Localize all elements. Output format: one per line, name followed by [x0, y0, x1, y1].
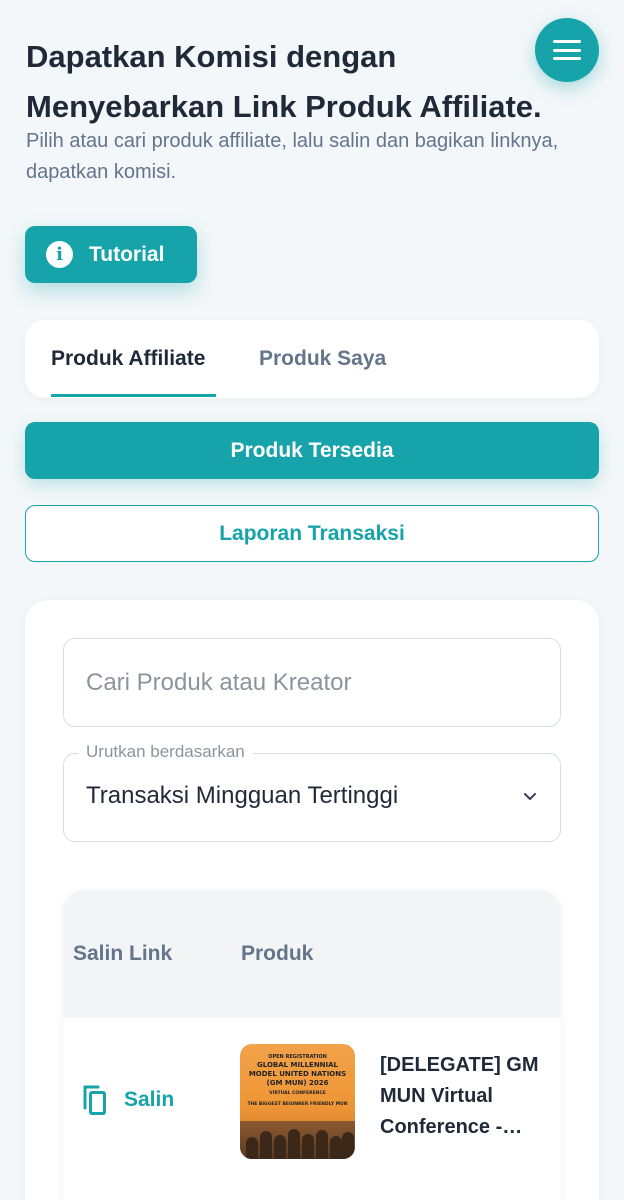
- sort-value: Transaksi Mingguan Tertinggi: [86, 782, 399, 809]
- copy-link-button[interactable]: Salin: [81, 1084, 174, 1116]
- thumb-line-2: GLOBAL MILLENNIAL: [256, 1061, 339, 1069]
- product-table: Salin Link Produk Salin OPEN REGISTRATIO…: [63, 890, 561, 1200]
- copy-link-label: Salin: [124, 1088, 175, 1111]
- tabs-bar: Produk Affiliate Produk Saya: [25, 320, 599, 398]
- page-title: Dapatkan Komisi dengan Menyebarkan Link …: [26, 39, 542, 124]
- column-header-copy-link: Salin Link: [73, 942, 173, 965]
- page-subtitle: Pilih atau cari produk affiliate, lalu s…: [26, 130, 559, 183]
- thumb-line-4: (GM MUN) 2026: [266, 1079, 329, 1087]
- affiliate-page: Dapatkan Komisi dengan Menyebarkan Link …: [0, 0, 624, 1200]
- product-list-card: Urutkan berdasarkan Transaksi Mingguan T…: [25, 600, 599, 1200]
- table-header: Salin Link Produk: [63, 890, 561, 1018]
- thumb-line-5: VIRTUAL CONFERENCE: [269, 1091, 326, 1096]
- thumb-line-3: MODEL UNITED NATIONS: [248, 1070, 347, 1078]
- available-products-button[interactable]: Produk Tersedia: [25, 422, 599, 479]
- tutorial-label: Tutorial: [89, 242, 165, 266]
- table-row: Salin OPEN REGISTRATION GLOBAL MILLENNIA…: [63, 1018, 561, 1200]
- sort-label: Urutkan berdasarkan: [78, 742, 253, 762]
- tab-produk-affiliate[interactable]: Produk Affiliate: [51, 320, 216, 398]
- thumb-line-1: OPEN REGISTRATION: [268, 1054, 327, 1060]
- chevron-down-icon: [524, 793, 536, 800]
- tab-produk-saya[interactable]: Produk Saya: [259, 320, 386, 398]
- column-header-product: Produk: [241, 942, 314, 965]
- product-thumbnail: OPEN REGISTRATION GLOBAL MILLENNIAL MODE…: [240, 1044, 355, 1159]
- product-name[interactable]: [DELEGATE] GM MUN Virtual Conference - 2…: [380, 1050, 548, 1143]
- active-tab-indicator: [51, 394, 216, 397]
- thumb-line-6: THE BIGGEST BEGINNER FRIENDLY MUN: [247, 1102, 348, 1107]
- tutorial-button[interactable]: i Tutorial: [25, 226, 197, 283]
- thumb-crowd-image: [240, 1121, 355, 1159]
- copy-icon: [83, 1085, 106, 1115]
- info-icon: i: [46, 241, 73, 268]
- transaction-report-button[interactable]: Laporan Transaksi: [25, 505, 599, 562]
- search-input[interactable]: [63, 638, 561, 727]
- sort-select[interactable]: Urutkan berdasarkan Transaksi Mingguan T…: [63, 742, 561, 842]
